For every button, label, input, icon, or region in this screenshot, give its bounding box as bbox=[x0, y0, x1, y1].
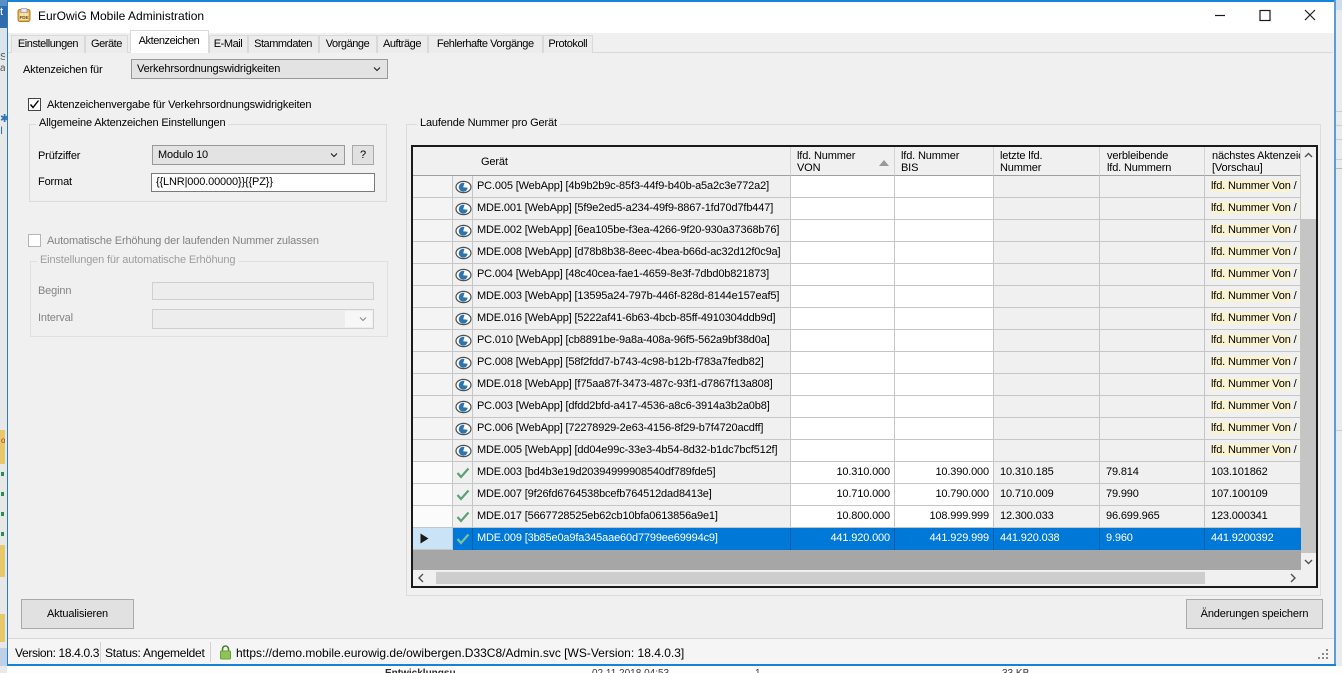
svg-text:FDE: FDE bbox=[20, 15, 29, 20]
